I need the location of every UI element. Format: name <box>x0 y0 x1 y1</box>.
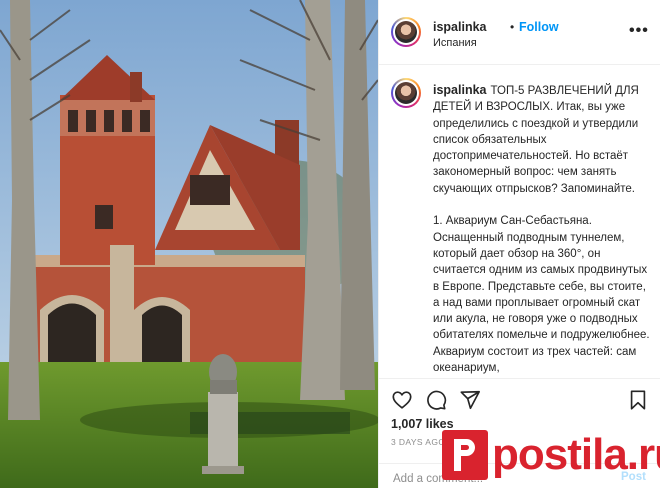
post-side-panel: ispalinka • Follow Испания ••• ispalinka… <box>378 0 660 488</box>
post-header: ispalinka • Follow Испания ••• <box>379 0 660 65</box>
caption-username[interactable]: ispalinka <box>433 83 487 97</box>
instagram-post-modal: ispalinka • Follow Испания ••• ispalinka… <box>0 0 660 488</box>
share-icon[interactable] <box>459 389 481 411</box>
bookmark-icon[interactable] <box>627 389 649 411</box>
caption-author-avatar[interactable] <box>391 78 421 108</box>
avatar-photo <box>395 82 417 104</box>
castle-photo-illustration <box>0 0 378 488</box>
watermark-text: postila.ru <box>492 430 660 479</box>
comment-icon[interactable] <box>425 389 447 411</box>
avatar-photo <box>395 21 417 43</box>
post-location[interactable]: Испания <box>433 37 477 49</box>
caption-text-block: ispalinka ТОП-5 РАЗВЛЕЧЕНИЙ ДЛЯ ДЕТЕЙ И В… <box>433 82 651 376</box>
more-dots-icon[interactable]: ••• <box>629 22 649 40</box>
watermark: postila.ru <box>442 426 660 484</box>
heart-icon[interactable] <box>391 389 413 411</box>
post-time[interactable]: 3 DAYS AGO <box>391 437 445 447</box>
watermark-logo-icon <box>442 430 488 480</box>
post-caption: ispalinka ТОП-5 РАЗВЛЕЧЕНИЙ ДЛЯ ДЕТЕЙ И В… <box>379 64 660 378</box>
author-avatar[interactable] <box>391 17 421 47</box>
follow-button[interactable]: Follow <box>519 20 559 34</box>
separator-dot: • <box>510 20 515 34</box>
post-photo[interactable] <box>0 0 378 488</box>
caption-body: ТОП-5 РАЗВЛЕЧЕНИЙ ДЛЯ ДЕТЕЙ И ВЗРОСЛЫХ. … <box>433 85 650 375</box>
author-username[interactable]: ispalinka <box>433 20 487 34</box>
